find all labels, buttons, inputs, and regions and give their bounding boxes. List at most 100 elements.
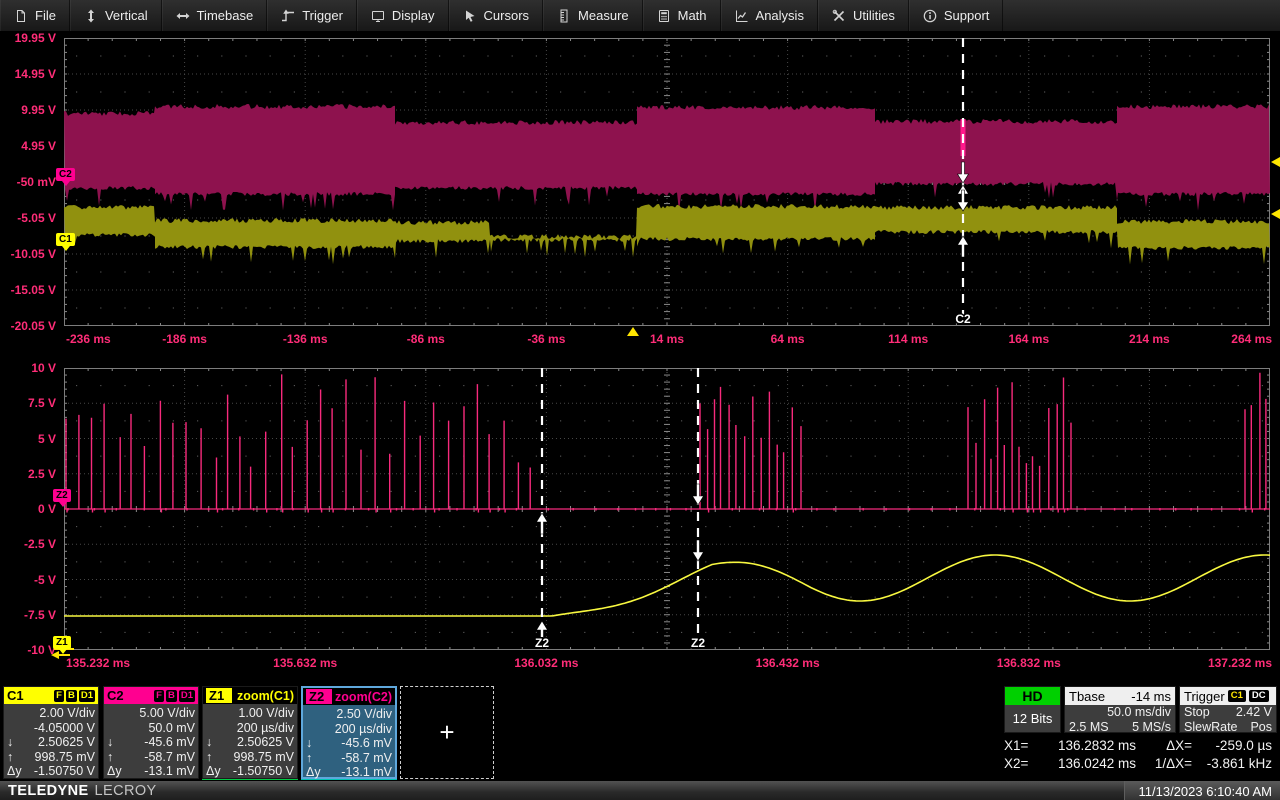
descriptor-row-value: -58.7 mV bbox=[129, 750, 195, 765]
hd-title: HD bbox=[1005, 687, 1060, 705]
dx-label: ΔX= bbox=[1136, 737, 1192, 755]
trigger-type: SlewRate bbox=[1184, 720, 1238, 735]
descriptor-row-value: 998.75 mV bbox=[228, 750, 294, 765]
timebase-box[interactable]: Tbase -14 ms 50.0 ms/div 2.5 MS 5 MS/s bbox=[1064, 686, 1176, 733]
plus-icon: + bbox=[439, 717, 454, 748]
menu-item-label: Measure bbox=[578, 8, 629, 23]
descriptor-row-value: -4.05000 V bbox=[29, 721, 95, 736]
trace-offset-marker-z2[interactable]: Z2 bbox=[53, 489, 71, 502]
x-axis-label: 136.032 ms bbox=[491, 656, 601, 670]
descriptor-row-symbol: ↑ bbox=[306, 751, 328, 766]
hd-bits: 12 Bits bbox=[1005, 705, 1060, 732]
y-axis-label: 7.5 V bbox=[0, 396, 56, 410]
x1-label: X1= bbox=[1004, 737, 1040, 755]
main-grid-plot[interactable]: C2 bbox=[64, 38, 1270, 326]
tbase-scale: 50.0 ms/div bbox=[1107, 705, 1171, 720]
trace-offset-marker-c1[interactable]: C1 bbox=[56, 233, 75, 246]
descriptor-row-value: 2.50625 V bbox=[228, 735, 294, 750]
menu-item-label: Timebase bbox=[197, 8, 254, 23]
menu-item-vertical[interactable]: Vertical bbox=[70, 0, 162, 31]
descriptor-c2[interactable]: C2FBD15.00 V/div50.0 mV↓-45.6 mV↑-58.7 m… bbox=[103, 686, 199, 779]
x1-value: 136.2832 ms bbox=[1040, 737, 1136, 755]
trace-offset-marker-c2[interactable]: C2 bbox=[56, 168, 75, 181]
y-axis-label: 10 V bbox=[0, 361, 56, 375]
descriptor-row-symbol: Δy bbox=[107, 764, 129, 779]
descriptor-row-value: 1.00 V/div bbox=[228, 706, 294, 721]
trigger-box[interactable]: Trigger C1 DC Stop 2.42 V SlewRate Pos bbox=[1179, 686, 1277, 733]
trigger-edge-icon bbox=[281, 9, 295, 23]
menu-item-timebase[interactable]: Timebase bbox=[162, 0, 268, 31]
zoom-grid-plot[interactable]: Z2Z2 bbox=[64, 368, 1270, 650]
descriptor-row-symbol: ↑ bbox=[206, 750, 228, 765]
clock-datetime: 11/13/2023 6:10:40 AM bbox=[1124, 781, 1280, 800]
x-axis-label: -86 ms bbox=[371, 332, 481, 346]
descriptor-row-value: 2.50625 V bbox=[29, 735, 95, 750]
menu-item-support[interactable]: Support bbox=[909, 0, 1004, 31]
svg-text:Z2: Z2 bbox=[535, 636, 549, 650]
descriptor-row-value: 5.00 V/div bbox=[129, 706, 195, 721]
menu-item-display[interactable]: Display bbox=[357, 0, 449, 31]
y-axis-label: 19.95 V bbox=[0, 31, 56, 45]
x2-value: 136.0242 ms bbox=[1040, 755, 1136, 773]
descriptor-body: 2.50 V/div200 µs/div↓-45.6 mV↑-58.7 mVΔy… bbox=[303, 705, 395, 780]
y-axis-label: 4.95 V bbox=[0, 139, 56, 153]
descriptor-row-symbol: ↑ bbox=[107, 750, 129, 765]
descriptor-row-symbol bbox=[7, 721, 29, 736]
descriptor-row-value: -45.6 mV bbox=[328, 736, 392, 751]
descriptor-row: ↑-58.7 mV bbox=[107, 750, 195, 765]
descriptor-title: C2 bbox=[107, 688, 124, 703]
y-axis-label: 9.95 V bbox=[0, 103, 56, 117]
menu-item-cursors[interactable]: Cursors bbox=[449, 0, 544, 31]
trigger-title: Trigger bbox=[1184, 689, 1225, 704]
analysis-chart-icon bbox=[735, 9, 749, 23]
menu-item-math[interactable]: Math bbox=[643, 0, 721, 31]
add-trace-button[interactable]: + bbox=[400, 686, 494, 779]
invdx-value: -3.861 kHz bbox=[1192, 755, 1272, 773]
descriptor-row: ↓2.50625 V bbox=[7, 735, 95, 750]
descriptor-row: 1.00 V/div bbox=[206, 706, 294, 721]
descriptor-row-symbol: ↓ bbox=[206, 735, 228, 750]
descriptor-c1[interactable]: C1FBD12.00 V/div-4.05000 V↓2.50625 V↑998… bbox=[3, 686, 99, 779]
y-axis-label: -5 V bbox=[0, 573, 56, 587]
svg-text:C2: C2 bbox=[955, 312, 971, 326]
descriptor-title: C1 bbox=[7, 688, 24, 703]
descriptor-row-symbol bbox=[306, 722, 328, 737]
trigger-coupling-badge: DC bbox=[1249, 690, 1269, 702]
y-axis-label: -20.05 V bbox=[0, 319, 56, 333]
descriptor-badge-f: F bbox=[54, 690, 64, 702]
hd-mode-box[interactable]: HD 12 Bits bbox=[1004, 686, 1061, 733]
descriptor-row: ↓2.50625 V bbox=[206, 735, 294, 750]
descriptor-body: 2.00 V/div-4.05000 V↓2.50625 V↑998.75 mV… bbox=[4, 704, 98, 779]
descriptor-row-value: 200 µs/div bbox=[328, 722, 392, 737]
menu-item-file[interactable]: File bbox=[0, 0, 70, 31]
trace-offset-pointer-z2 bbox=[59, 502, 67, 507]
x-axis-label: 164 ms bbox=[974, 332, 1084, 346]
menu-item-trigger[interactable]: Trigger bbox=[267, 0, 357, 31]
status-bar: TELEDYNELECROY 11/13/2023 6:10:40 AM bbox=[0, 780, 1280, 800]
descriptor-row-value: 50.0 mV bbox=[129, 721, 195, 736]
menu-item-measure[interactable]: Measure bbox=[543, 0, 643, 31]
menu-item-analysis[interactable]: Analysis bbox=[721, 0, 818, 31]
trigger-mode: Stop bbox=[1184, 705, 1210, 720]
descriptor-row: Δy-13.1 mV bbox=[107, 764, 195, 779]
trace-offset-marker-z1[interactable]: Z1 bbox=[53, 636, 71, 649]
menu-item-utilities[interactable]: Utilities bbox=[818, 0, 909, 31]
x-axis-label: 136.432 ms bbox=[733, 656, 843, 670]
x-axis-label: -136 ms bbox=[250, 332, 360, 346]
descriptor-row-value: -1.50750 V bbox=[29, 764, 95, 779]
descriptor-z1[interactable]: Z1zoom(C1)1.00 V/div200 µs/div↓2.50625 V… bbox=[202, 686, 298, 779]
descriptor-subtitle: zoom(C1) bbox=[237, 689, 294, 703]
descriptor-row-symbol bbox=[107, 706, 129, 721]
descriptor-z2[interactable]: Z2zoom(C2)2.50 V/div200 µs/div↓-45.6 mV↑… bbox=[301, 686, 397, 779]
menu-item-label: Vertical bbox=[105, 8, 148, 23]
descriptor-row-value: -58.7 mV bbox=[328, 751, 392, 766]
menu-item-label: Math bbox=[678, 8, 707, 23]
menu-item-label: File bbox=[35, 8, 56, 23]
x-axis-label: 264 ms bbox=[1162, 332, 1272, 346]
descriptor-badge-d1: D1 bbox=[79, 690, 95, 702]
trigger-time-marker[interactable] bbox=[627, 327, 639, 336]
y-axis-label: -2.5 V bbox=[0, 537, 56, 551]
tbase-samples: 2.5 MS bbox=[1069, 720, 1109, 735]
descriptor-header: Z2zoom(C2) bbox=[303, 688, 395, 705]
file-icon bbox=[14, 9, 28, 23]
